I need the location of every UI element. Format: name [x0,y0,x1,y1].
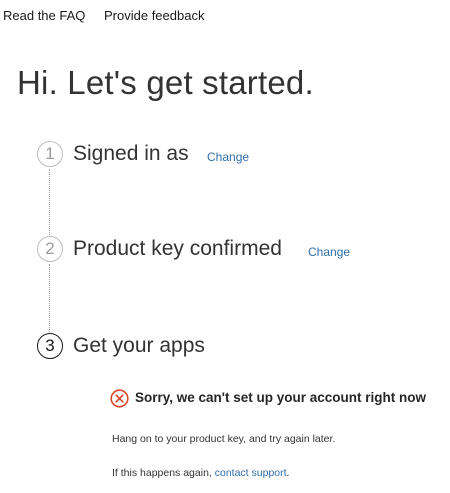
step-connector [49,169,50,235]
error-message: Hang on to your product key, and try aga… [112,433,336,445]
step-number-badge: 2 [37,236,63,262]
change-account-link[interactable]: Change [207,150,249,164]
support-message-prefix: If this happens again, [112,467,215,479]
step-number-badge: 1 [37,141,63,167]
step-number-badge: 3 [37,333,63,359]
setup-page: Read the FAQ Provide feedback Hi. Let's … [0,0,450,493]
support-message-suffix: . [286,467,290,479]
error-heading-text: Sorry, we can't set up your account righ… [135,390,427,405]
read-faq-link[interactable]: Read the FAQ [3,8,85,23]
step-label: Product key confirmed [73,237,282,260]
change-product-key-link[interactable]: Change [308,245,350,259]
provide-feedback-link[interactable]: Provide feedback [104,8,204,23]
contact-support-link[interactable]: contact support [215,467,287,479]
error-x-circle-icon [110,389,129,408]
support-message: If this happens again, contact support. [112,467,289,479]
page-title: Hi. Let's get started. [17,64,314,101]
step-label: Get your apps [73,334,205,357]
step-label: Signed in as [73,142,189,165]
step-connector [49,264,50,332]
